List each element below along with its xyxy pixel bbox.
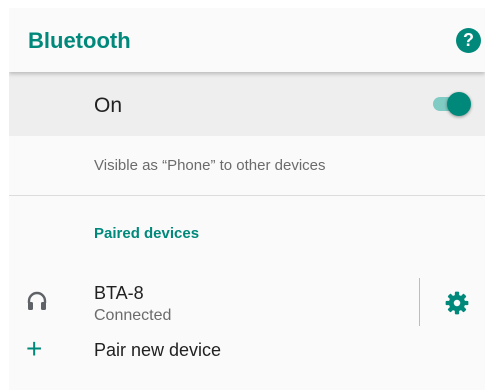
help-icon[interactable]: ? bbox=[456, 28, 481, 53]
gear-icon[interactable] bbox=[444, 290, 470, 316]
plus-icon: + bbox=[26, 333, 43, 364]
page-title: Bluetooth bbox=[28, 28, 131, 53]
paired-devices-header: Paired devices bbox=[94, 225, 200, 242]
visibility-text: Visible as “Phone” to other devices bbox=[94, 157, 326, 174]
master-toggle-label: On bbox=[94, 94, 123, 117]
bluetooth-settings-screen: Bluetooth ? On Visible as “Phone” to oth… bbox=[9, 8, 485, 390]
divider bbox=[9, 195, 485, 196]
pair-new-device-label: Pair new device bbox=[94, 340, 222, 360]
switch-thumb bbox=[447, 92, 471, 116]
device-status: Connected bbox=[94, 307, 172, 324]
bluetooth-switch[interactable] bbox=[433, 90, 473, 116]
device-name: BTA-8 bbox=[94, 283, 144, 303]
bluetooth-master-toggle-row[interactable]: On bbox=[9, 72, 485, 136]
pair-new-device-row[interactable]: + Pair new device bbox=[9, 333, 485, 383]
app-bar: Bluetooth ? bbox=[9, 8, 485, 72]
headset-icon bbox=[27, 291, 47, 310]
vertical-divider bbox=[419, 278, 420, 326]
paired-device-row[interactable]: BTA-8 Connected bbox=[9, 266, 485, 338]
